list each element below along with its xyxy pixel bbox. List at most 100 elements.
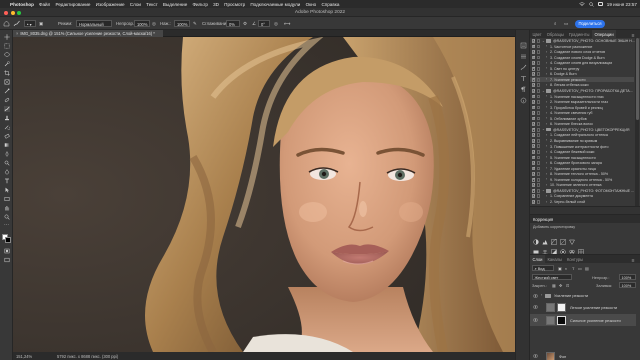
expand-arrow-icon[interactable]: ›	[546, 61, 547, 65]
brush-tool-preset-icon[interactable]	[13, 20, 21, 27]
tab-actions[interactable]: Операции	[591, 30, 617, 38]
smoothing-input[interactable]: 0%	[226, 20, 240, 27]
visibility-eye-icon[interactable]	[533, 318, 538, 322]
dialog-toggle-box[interactable]	[536, 155, 541, 160]
search-icon[interactable]: ⌕	[554, 21, 556, 26]
dialog-toggle-box[interactable]	[536, 66, 541, 71]
expand-arrow-icon[interactable]: ›	[546, 133, 547, 137]
new-action-icon[interactable]	[612, 209, 617, 221]
symmetry-icon[interactable]: ⟷	[284, 21, 290, 27]
expand-arrow-icon[interactable]: ›	[546, 66, 547, 70]
black-white-icon[interactable]	[551, 242, 557, 255]
move-tool-icon[interactable]	[3, 34, 10, 40]
dialog-toggle-box[interactable]	[536, 83, 541, 88]
lock-position-icon[interactable]: ✥	[559, 283, 562, 288]
lasso-tool-icon[interactable]	[3, 52, 10, 58]
expand-arrow-icon[interactable]: ›	[546, 44, 547, 48]
layer-name[interactable]: Сильное усиление резкости	[570, 318, 621, 323]
toggle-checkbox[interactable]	[531, 89, 535, 93]
stop-icon[interactable]	[576, 209, 581, 221]
layer-row[interactable]: Легкое усиление резкости	[530, 301, 636, 313]
layer-name[interactable]: Усиление резкости	[554, 293, 588, 298]
actions-scrollbar[interactable]	[635, 38, 639, 206]
toggle-checkbox[interactable]	[531, 94, 535, 99]
blur-tool-icon[interactable]	[4, 151, 10, 157]
new-set-icon[interactable]	[602, 209, 607, 221]
toggle-checkbox[interactable]	[531, 150, 535, 154]
dialog-toggle-box[interactable]	[536, 94, 541, 99]
dialog-toggle-box[interactable]	[536, 77, 541, 82]
history-panel-icon[interactable]	[520, 36, 527, 49]
brush-settings-icon[interactable]: ▣	[39, 21, 43, 27]
tab-layers[interactable]: Слои	[530, 255, 545, 263]
levels-icon[interactable]	[542, 232, 548, 245]
clone-stamp-tool-icon[interactable]	[4, 115, 10, 121]
collapse-arrow-icon[interactable]: ⌄	[542, 39, 545, 43]
pressure-opacity-icon[interactable]: ◎	[152, 21, 156, 27]
quick-mask-icon[interactable]	[4, 248, 10, 254]
toggle-checkbox[interactable]	[531, 194, 535, 199]
marquee-tool-icon[interactable]	[4, 43, 10, 49]
expand-arrow-icon[interactable]: ›	[546, 77, 547, 81]
expand-arrow-icon[interactable]: ›	[546, 116, 547, 120]
dialog-toggle-box[interactable]	[536, 61, 541, 65]
collapse-arrow-icon[interactable]: ⌄	[542, 89, 545, 93]
expand-arrow-icon[interactable]: ›	[546, 150, 547, 154]
dialog-toggle-box[interactable]	[536, 133, 541, 138]
menu-plugins[interactable]: Подключаемые модули	[250, 2, 300, 7]
dialog-toggle-box[interactable]	[536, 116, 541, 121]
toggle-checkbox[interactable]	[531, 111, 535, 115]
dialog-toggle-box[interactable]	[536, 188, 541, 193]
toggle-checkbox[interactable]	[531, 50, 535, 54]
toggle-checkbox[interactable]	[531, 72, 535, 77]
spot-healing-tool-icon[interactable]	[4, 97, 10, 103]
canvas-area[interactable]	[13, 37, 515, 352]
expand-arrow-icon[interactable]: ›	[546, 55, 547, 59]
dialog-toggle-box[interactable]	[536, 150, 541, 154]
quick-selection-tool-icon[interactable]	[4, 61, 10, 67]
dialog-toggle-box[interactable]	[536, 194, 541, 199]
close-icon[interactable]: ×	[16, 31, 18, 36]
expand-arrow-icon[interactable]: ›	[546, 183, 547, 187]
exposure-icon[interactable]	[560, 232, 566, 245]
expand-arrow-icon[interactable]: ›	[546, 72, 547, 76]
mode-select[interactable]: Нормальный	[76, 20, 112, 27]
photo-filter-icon[interactable]	[560, 242, 566, 255]
dialog-toggle-box[interactable]	[536, 50, 541, 54]
expand-arrow-icon[interactable]: ›	[546, 172, 547, 176]
angle-input[interactable]: 0°	[258, 20, 270, 27]
panel-menu-icon[interactable]: ≡	[629, 256, 637, 264]
menu-type[interactable]: Текст	[146, 2, 158, 7]
search-icon[interactable]	[589, 1, 594, 7]
hue-saturation-icon[interactable]	[533, 242, 539, 254]
lock-all-icon[interactable]: ⊡	[566, 283, 569, 288]
play-icon[interactable]	[592, 209, 597, 221]
tab-color[interactable]: Цвет	[530, 30, 544, 38]
color-lookup-icon[interactable]	[578, 242, 584, 255]
menu-file[interactable]: Файл	[39, 2, 50, 7]
layer-opacity-input[interactable]: 100%	[619, 274, 636, 280]
scrollbar-thumb[interactable]	[635, 38, 639, 120]
record-icon[interactable]	[584, 209, 589, 221]
dialog-toggle-box[interactable]	[536, 183, 541, 188]
filter-pixel-icon[interactable]: ▣	[558, 266, 562, 271]
blend-mode-select[interactable]: Жесткий свет	[532, 274, 572, 280]
paragraph-panel-icon[interactable]	[520, 80, 527, 92]
action-row[interactable]: ›2. Черно-белый слой	[530, 199, 634, 205]
share-button[interactable]: Поделиться	[575, 20, 605, 28]
toggle-checkbox[interactable]	[531, 61, 535, 65]
filter-shape-icon[interactable]: ▭	[578, 266, 582, 271]
toggle-checkbox[interactable]	[531, 172, 535, 176]
workspace-icon[interactable]: ▭	[564, 21, 568, 27]
dialog-toggle-box[interactable]	[536, 44, 541, 49]
toggle-checkbox[interactable]	[531, 83, 535, 88]
layer-group-row[interactable]: › Усиление резкости	[530, 291, 636, 300]
path-selection-tool-icon[interactable]	[4, 187, 10, 193]
lock-pixels-icon[interactable]: ▦	[552, 283, 556, 288]
brush-size-picker[interactable]: • ▾	[24, 20, 36, 27]
expand-arrow-icon[interactable]: ›	[546, 50, 547, 54]
zoom-level[interactable]: 151,24%	[16, 354, 32, 359]
control-center-icon[interactable]	[597, 2, 603, 6]
dialog-toggle-box[interactable]	[536, 177, 541, 182]
dialog-toggle-box[interactable]	[536, 105, 541, 110]
